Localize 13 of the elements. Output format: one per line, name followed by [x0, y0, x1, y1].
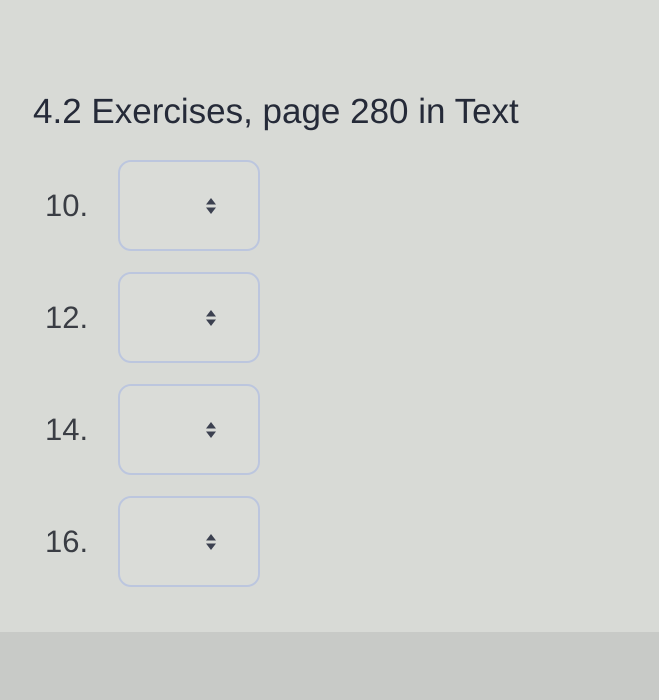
exercise-heading: 4.2 Exercises, page 280 in Text — [33, 91, 519, 133]
answer-dropdown[interactable] — [118, 496, 260, 587]
up-down-caret-icon — [206, 534, 216, 550]
question-number: 12. — [45, 300, 90, 336]
question-number: 10. — [45, 188, 90, 224]
question-number: 16. — [45, 524, 90, 560]
up-down-caret-icon — [206, 310, 216, 326]
answer-dropdown[interactable] — [118, 272, 260, 363]
up-down-caret-icon — [206, 198, 216, 214]
answer-dropdown[interactable] — [118, 384, 260, 475]
up-down-caret-icon — [206, 422, 216, 438]
question-number: 14. — [45, 412, 90, 448]
answer-dropdown[interactable] — [118, 160, 260, 251]
